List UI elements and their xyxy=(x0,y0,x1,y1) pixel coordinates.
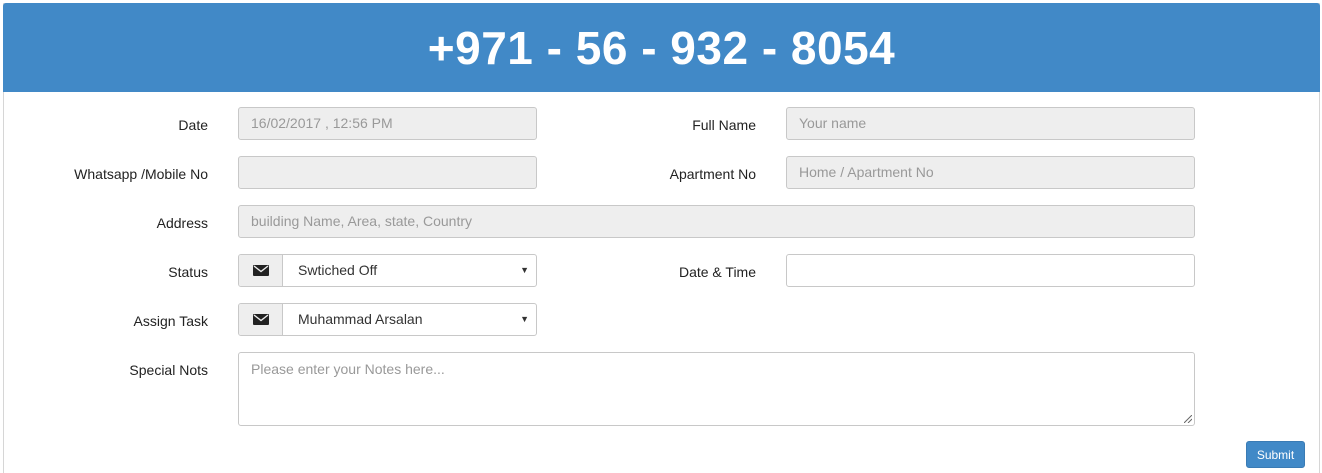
notes-placeholder: Please enter your Notes here... xyxy=(251,361,445,377)
submit-button[interactable]: Submit xyxy=(1246,441,1305,468)
assign-task-selected-value: Muhammad Arsalan xyxy=(298,311,423,327)
resize-handle-icon[interactable] xyxy=(1184,415,1192,423)
status-label: Status xyxy=(168,264,208,280)
chevron-down-icon: ▼ xyxy=(520,265,529,275)
phone-number-title: +971 - 56 - 932 - 8054 xyxy=(427,21,896,74)
apartment-field[interactable]: Home / Apartment No xyxy=(786,156,1195,189)
chevron-down-icon: ▼ xyxy=(520,314,529,324)
envelope-icon xyxy=(239,304,283,335)
full-name-field[interactable]: Your name xyxy=(786,107,1195,140)
notes-textarea[interactable]: Please enter your Notes here... xyxy=(238,352,1195,426)
envelope-icon xyxy=(239,255,283,286)
date-field[interactable]: 16/02/2017 , 12:56 PM xyxy=(238,107,537,140)
datetime-label: Date & Time xyxy=(678,264,756,280)
notes-label: Special Nots xyxy=(129,362,208,378)
mobile-label: Whatsapp /Mobile No xyxy=(74,166,208,182)
address-field[interactable]: building Name, Area, state, Country xyxy=(238,205,1195,238)
full-name-label: Full Name xyxy=(692,117,756,133)
apartment-label: Apartment No xyxy=(669,166,756,182)
assign-task-select[interactable]: Muhammad Arsalan ▼ xyxy=(238,303,537,336)
status-selected-value: Swtiched Off xyxy=(298,262,378,278)
header-bar: +971 - 56 - 932 - 8054 xyxy=(3,3,1320,92)
address-label: Address xyxy=(156,215,208,231)
assign-task-label: Assign Task xyxy=(133,313,208,329)
status-select[interactable]: Swtiched Off ▼ xyxy=(238,254,537,287)
date-label: Date xyxy=(178,117,208,133)
mobile-field[interactable] xyxy=(238,156,537,189)
datetime-field[interactable] xyxy=(786,254,1195,287)
